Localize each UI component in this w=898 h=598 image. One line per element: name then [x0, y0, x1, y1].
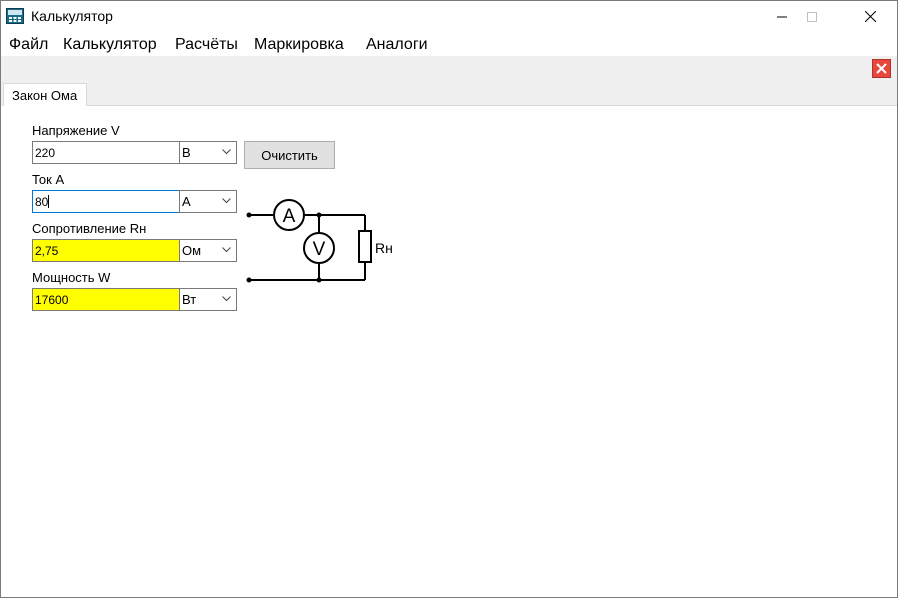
- tab-label: Закон Ома: [12, 88, 78, 103]
- resistance-unit-select[interactable]: Ом: [179, 239, 237, 262]
- circuit-diagram: A V Rн: [246, 199, 393, 283]
- menu-calculations[interactable]: Расчёты: [175, 36, 238, 54]
- minimize-icon: [777, 16, 787, 17]
- close-window-button[interactable]: [847, 1, 893, 32]
- resistance-value: 2,75: [35, 244, 59, 258]
- menu-analogs[interactable]: Аналоги: [366, 36, 428, 54]
- current-unit-value: А: [182, 194, 191, 209]
- menu-bar: Файл Калькулятор Расчёты Маркировка Анал…: [1, 32, 897, 56]
- text-caret: [48, 195, 50, 208]
- voltage-unit-select[interactable]: В: [179, 141, 237, 164]
- power-value: 17600: [35, 293, 69, 307]
- close-icon: [864, 11, 876, 22]
- chevron-down-icon: [222, 247, 231, 253]
- current-unit-select[interactable]: А: [179, 190, 237, 213]
- terminal-dot: [246, 212, 252, 218]
- close-icon: [876, 63, 887, 74]
- current-input[interactable]: 80: [32, 190, 180, 213]
- power-unit-value: Вт: [182, 292, 197, 307]
- voltage-label: Напряжение V: [32, 123, 120, 138]
- tab-strip: Закон Ома: [1, 56, 897, 107]
- power-input[interactable]: 17600: [32, 288, 180, 311]
- tab-ohms-law[interactable]: Закон Ома: [3, 83, 87, 107]
- current-value: 80: [35, 195, 49, 209]
- maximize-button[interactable]: [789, 1, 835, 32]
- voltage-input[interactable]: 220: [32, 141, 180, 164]
- power-label: Мощность W: [32, 270, 111, 285]
- close-tab-button[interactable]: [872, 59, 891, 78]
- menu-file[interactable]: Файл: [9, 36, 48, 54]
- resistance-label: Сопротивление Rн: [32, 221, 147, 236]
- chevron-down-icon: [222, 149, 231, 155]
- menu-marking[interactable]: Маркировка: [254, 36, 344, 54]
- chevron-down-icon: [222, 198, 231, 204]
- junction-dot: [316, 277, 322, 283]
- maximize-icon: [807, 11, 817, 22]
- chevron-down-icon: [222, 296, 231, 302]
- menu-calculator[interactable]: Калькулятор: [63, 36, 157, 54]
- app-window: Калькулятор Файл Калькулятор Расчёты Мар…: [0, 0, 898, 598]
- ohms-law-panel: Напряжение V 220 В Очистить Ток А 80 А С…: [1, 106, 897, 597]
- voltmeter-label: V: [313, 239, 326, 260]
- window-title: Калькулятор: [31, 8, 113, 24]
- terminal-dot: [246, 277, 252, 283]
- voltage-value: 220: [35, 146, 56, 160]
- ammeter-label: A: [283, 206, 296, 227]
- resistor-label: Rн: [375, 240, 393, 256]
- resistance-unit-value: Ом: [182, 243, 202, 258]
- clear-button-label: Очистить: [261, 147, 318, 163]
- resistance-input[interactable]: 2,75: [32, 239, 180, 262]
- junction-dot: [316, 212, 322, 218]
- clear-button[interactable]: Очистить: [244, 141, 335, 169]
- power-unit-select[interactable]: Вт: [179, 288, 237, 311]
- title-bar[interactable]: Калькулятор: [1, 1, 897, 32]
- current-label: Ток А: [32, 172, 65, 187]
- voltage-unit-value: В: [182, 145, 191, 160]
- calculator-app-icon: [6, 8, 24, 24]
